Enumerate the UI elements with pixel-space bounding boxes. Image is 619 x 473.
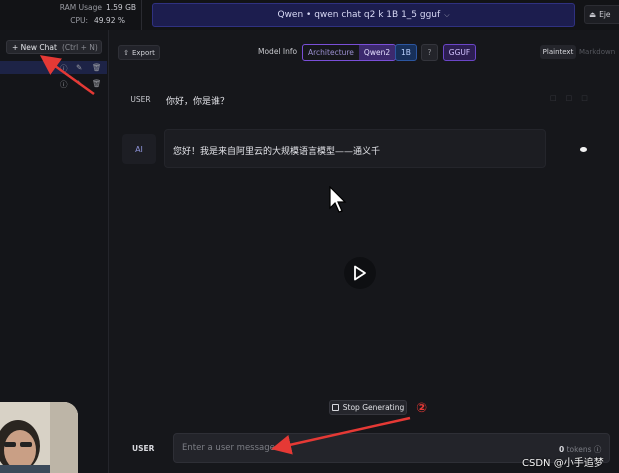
annotation-arrows — [39, 55, 411, 455]
annotation-arrow-2 — [271, 416, 411, 455]
watermark: CSDN @小手追梦 — [522, 458, 604, 469]
annotation-arrow-1 — [39, 55, 95, 96]
